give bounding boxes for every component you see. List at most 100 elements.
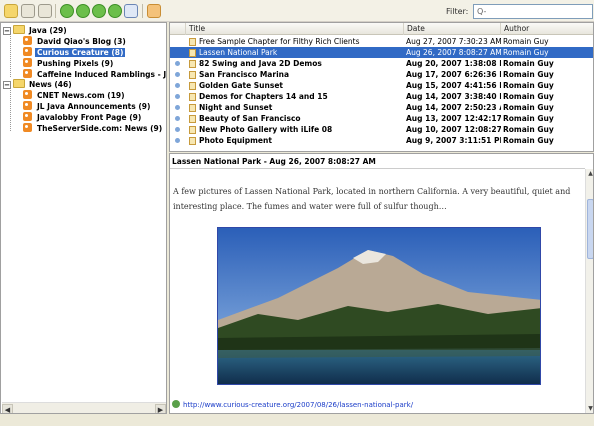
- cell-date: Aug 26, 2007 8:08:27 AM: [406, 48, 501, 57]
- scroll-up-icon[interactable]: ▲: [586, 169, 593, 178]
- cell-author: Romain Guy: [503, 103, 554, 112]
- column-header-title[interactable]: Title: [186, 23, 404, 35]
- article-title: Lassen National Park - Aug 26, 2007 8:08…: [172, 157, 376, 166]
- article-photo[interactable]: [217, 227, 541, 385]
- cell-author: Romain Guy: [503, 81, 554, 90]
- refresh-icon[interactable]: [92, 4, 106, 18]
- rss-feed-icon: [23, 58, 32, 67]
- unread-dot-icon: [175, 138, 180, 143]
- cell-title: Lassen National Park: [199, 48, 278, 57]
- globe-icon: [172, 400, 180, 408]
- cell-title: Photo Equipment: [199, 136, 272, 145]
- add-icon[interactable]: [60, 4, 74, 18]
- cell-author: Romain Guy: [503, 125, 554, 134]
- table-row[interactable]: Night and Sunset Aug 14, 2007 2:50:23 AMR…: [170, 102, 593, 113]
- detail-vertical-scrollbar[interactable]: ▲ ▼: [585, 169, 593, 413]
- filter-label: Filter:: [446, 7, 469, 16]
- remove-icon[interactable]: [76, 4, 90, 18]
- tree-feed-item-selected[interactable]: Curious Creature (8): [23, 47, 126, 58]
- unread-dot-icon: [175, 61, 180, 66]
- table-row[interactable]: 82 Swing and Java 2D Demos Aug 20, 2007 1…: [170, 58, 593, 69]
- table-row[interactable]: Demos for Chapters 14 and 15 Aug 14, 2007…: [170, 91, 593, 102]
- tree-horizontal-scrollbar[interactable]: ◀ ▶: [2, 402, 166, 413]
- tree-feed-item[interactable]: TheServerSide.com: News (9): [23, 123, 164, 134]
- rss-feed-icon: [23, 36, 32, 45]
- tree-feed-item[interactable]: Pushing Pixels (9): [23, 58, 115, 69]
- cell-date: Aug 15, 2007 4:41:56 PM: [406, 81, 501, 90]
- table-header: Title Date Author: [170, 23, 593, 35]
- rss-feed-icon: [23, 112, 32, 121]
- rss-feed-icon: [23, 47, 32, 56]
- cell-author: Romain Guy: [503, 48, 549, 57]
- filter-input[interactable]: Q-: [473, 4, 593, 19]
- divider: [170, 168, 585, 169]
- article-link[interactable]: http://www.curious-creature.org/2007/08/…: [172, 400, 413, 409]
- table-row[interactable]: Free Sample Chapter for Filthy Rich Clie…: [170, 36, 593, 47]
- cell-date: Aug 17, 2007 6:26:36 PM: [406, 70, 501, 79]
- tree-feed-item[interactable]: Javalobby Front Page (9): [23, 112, 143, 123]
- cell-date: Aug 27, 2007 7:30:23 AM: [406, 37, 501, 46]
- unread-dot-icon: [175, 83, 180, 88]
- cell-author: Romain Guy: [503, 136, 554, 145]
- table-row[interactable]: Photo Equipment Aug 9, 2007 3:11:51 PM Rom…: [170, 135, 593, 146]
- table-row[interactable]: New Photo Gallery with iLife 08 Aug 10, 2…: [170, 124, 593, 135]
- cell-author: Romain Guy: [503, 114, 554, 123]
- window-icon[interactable]: [124, 4, 138, 18]
- go-icon[interactable]: [108, 4, 122, 18]
- folder-icon: [13, 25, 25, 34]
- cell-title: San Francisco Marina: [199, 70, 290, 79]
- article-icon: [189, 104, 196, 112]
- cell-title: Night and Sunset: [199, 103, 273, 112]
- tree-feed-item[interactable]: JL Java Announcements (9): [23, 101, 152, 112]
- scroll-down-icon[interactable]: ▼: [586, 404, 593, 413]
- copy-icon[interactable]: [38, 4, 52, 18]
- article-icon: [189, 38, 196, 46]
- column-header-status[interactable]: [170, 23, 186, 35]
- tree-group-java[interactable]: − Java (29): [3, 25, 69, 36]
- items-table: Title Date Author Free Sample Chapter fo…: [169, 22, 594, 152]
- table-row[interactable]: San Francisco Marina Aug 17, 2007 6:26:36…: [170, 69, 593, 80]
- scroll-thumb[interactable]: [587, 199, 593, 259]
- cell-date: Aug 13, 2007 12:42:17 AM: [406, 114, 501, 123]
- edit-icon[interactable]: [147, 4, 161, 18]
- cell-title: Demos for Chapters 14 and 15: [199, 92, 328, 101]
- collapse-icon[interactable]: −: [3, 27, 11, 35]
- cell-title: New Photo Gallery with iLife 08: [199, 125, 333, 134]
- article-icon: [189, 49, 196, 57]
- column-header-author[interactable]: Author: [501, 23, 593, 35]
- cell-title: Golden Gate Sunset: [199, 81, 284, 90]
- article-detail-pane: Lassen National Park - Aug 26, 2007 8:08…: [169, 153, 594, 414]
- tree-feed-item[interactable]: CNET News.com (19): [23, 90, 127, 101]
- cell-title: Free Sample Chapter for Filthy Rich Clie…: [199, 37, 360, 46]
- unread-dot-icon: [175, 116, 180, 121]
- collapse-icon[interactable]: −: [3, 81, 11, 89]
- cell-date: Aug 9, 2007 3:11:51 PM: [406, 136, 501, 145]
- article-icon: [189, 60, 196, 68]
- rss-feed-icon: [23, 69, 32, 78]
- column-header-date[interactable]: Date: [404, 23, 501, 35]
- rss-feed-icon: [23, 101, 32, 110]
- unread-dot-icon: [175, 127, 180, 132]
- tree-group-news[interactable]: − News (46): [3, 79, 74, 90]
- table-row-selected[interactable]: Lassen National Park Aug 26, 2007 8:08:27…: [170, 47, 593, 58]
- article-icon: [189, 115, 196, 123]
- article-icon: [189, 137, 196, 145]
- article-icon: [189, 71, 196, 79]
- tree-feed-item[interactable]: David Qiao's Blog (3): [23, 36, 128, 47]
- folder-add-icon[interactable]: [21, 4, 35, 18]
- article-link-url[interactable]: http://www.curious-creature.org/2007/08/…: [183, 401, 413, 409]
- cell-date: Aug 20, 2007 1:38:08 PM: [406, 59, 501, 68]
- cell-author: Romain Guy: [503, 70, 554, 79]
- cell-author: Romain Guy: [503, 59, 554, 68]
- toolbar: Filter: Q-: [0, 0, 594, 22]
- article-body: A few pictures of Lassen National Park, …: [173, 187, 571, 211]
- toolbar-separator: [142, 4, 143, 18]
- feed-tree: − Java (29) David Qiao's Blog (3) Curious…: [0, 22, 167, 414]
- table-row[interactable]: Beauty of San Francisco Aug 13, 2007 12:4…: [170, 113, 593, 124]
- scroll-right-icon[interactable]: ▶: [155, 404, 166, 413]
- scroll-left-icon[interactable]: ◀: [2, 404, 13, 413]
- folder-open-icon[interactable]: [4, 4, 18, 18]
- table-row[interactable]: Golden Gate Sunset Aug 15, 2007 4:41:56 P…: [170, 80, 593, 91]
- unread-dot-icon: [175, 72, 180, 77]
- unread-dot-icon: [175, 94, 180, 99]
